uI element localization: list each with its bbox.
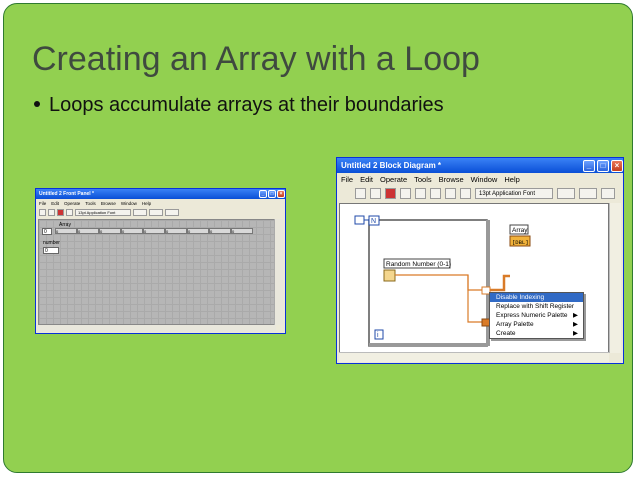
run-arrow-icon[interactable] (39, 208, 46, 216)
menu-edit[interactable]: Edit (360, 175, 373, 184)
step-over-icon[interactable] (445, 187, 456, 199)
submenu-arrow-icon: ▶ (573, 312, 578, 319)
close-button[interactable]: × (611, 159, 623, 172)
slide-bullet: Loops accumulate arrays at their boundar… (34, 94, 444, 117)
random-number-icon[interactable] (383, 269, 396, 282)
menu-window[interactable]: Window (471, 175, 498, 184)
front-panel-window: Untitled 2 Front Panel * _ □ × File Edit… (35, 188, 286, 334)
menu-item-label: Create (496, 330, 516, 337)
close-button[interactable]: × (277, 190, 285, 198)
bullet-dot-icon (34, 100, 40, 107)
menu-operate[interactable]: Operate (64, 201, 80, 206)
front-panel-toolbar: 13pt Application Font (36, 207, 285, 217)
font-select[interactable]: 13pt Application Font (75, 208, 131, 216)
block-diagram-canvas[interactable]: N i Random Number (0-1) Array [DBL] numb… (339, 203, 609, 353)
menu-edit[interactable]: Edit (51, 201, 59, 206)
array-cell[interactable]: 0 (165, 228, 187, 234)
menu-item-label: Express Numeric Palette (496, 312, 568, 319)
loop-count-label: N (371, 218, 376, 225)
block-diagram-title: Untitled 2 Block Diagram * (341, 161, 442, 170)
array-wire (490, 274, 510, 292)
menu-browse[interactable]: Browse (439, 175, 464, 184)
front-panel-canvas[interactable]: Array 0 0 0 0 0 0 0 0 0 0 number 0 (38, 219, 276, 325)
data-wire (467, 275, 482, 323)
bullet-text: Loops accumulate arrays at their boundar… (49, 94, 444, 116)
reorder-icon[interactable] (601, 187, 615, 199)
run-continuous-icon[interactable] (370, 187, 381, 199)
submenu-arrow-icon: ▶ (573, 330, 578, 337)
slide-title: Creating an Array with a Loop (32, 40, 480, 78)
menu-browse[interactable]: Browse (101, 201, 116, 206)
abort-icon[interactable] (385, 187, 396, 199)
array-cell[interactable]: 0 (121, 228, 143, 234)
font-select[interactable]: 13pt Application Font (475, 187, 553, 199)
array-cell[interactable]: 0 (187, 228, 209, 234)
menu-window[interactable]: Window (121, 201, 137, 206)
abort-icon[interactable] (57, 208, 64, 216)
for-loop-border[interactable] (368, 219, 488, 347)
horizontal-scrollbar[interactable] (339, 352, 609, 362)
highlight-execution-icon[interactable] (415, 187, 426, 199)
menu-help[interactable]: Help (142, 201, 151, 206)
array-index[interactable]: 0 (42, 228, 52, 235)
step-into-icon[interactable] (430, 187, 441, 199)
distribute-icon[interactable] (579, 187, 597, 199)
menu-item-label: Array Palette (496, 321, 534, 328)
run-arrow-icon[interactable] (355, 187, 366, 199)
submenu-arrow-icon: ▶ (573, 321, 578, 328)
menu-tools[interactable]: Tools (85, 201, 96, 206)
align-icon[interactable] (133, 208, 147, 216)
front-panel-titlebar[interactable]: Untitled 2 Front Panel * _ □ × (36, 189, 285, 199)
menu-item-express-numeric-palette[interactable]: Express Numeric Palette ▶ (490, 311, 583, 320)
for-loop-bottom-edge (369, 343, 487, 347)
vertical-scrollbar[interactable] (274, 219, 283, 325)
block-diagram-toolbar: 13pt Application Font (337, 185, 623, 201)
pause-icon[interactable] (400, 187, 411, 199)
pause-icon[interactable] (66, 208, 73, 216)
number-indicator[interactable]: 0 (43, 247, 59, 254)
vertical-scrollbar[interactable] (609, 203, 621, 353)
menu-item-disable-indexing[interactable]: Disable Indexing (490, 293, 583, 302)
maximize-button[interactable]: □ (268, 190, 276, 198)
array-cell[interactable]: 0 (55, 228, 77, 234)
distribute-icon[interactable] (149, 208, 163, 216)
step-out-icon[interactable] (460, 187, 471, 199)
run-continuous-icon[interactable] (48, 208, 55, 216)
front-panel-title: Untitled 2 Front Panel * (39, 191, 95, 197)
block-diagram-menubar: File Edit Operate Tools Browse Window He… (337, 173, 623, 185)
array-indicator-type: [DBL] (512, 239, 529, 246)
reorder-icon[interactable] (165, 208, 179, 216)
menu-file[interactable]: File (39, 201, 46, 206)
maximize-button[interactable]: □ (597, 159, 609, 172)
block-diagram-window: Untitled 2 Block Diagram * _ □ × File Ed… (336, 157, 624, 364)
array-cell[interactable]: 0 (99, 228, 121, 234)
minimize-button[interactable]: _ (583, 159, 595, 172)
data-wire (395, 274, 482, 291)
menu-help[interactable]: Help (504, 175, 519, 184)
horizontal-scrollbar[interactable] (38, 325, 276, 332)
block-diagram-titlebar[interactable]: Untitled 2 Block Diagram * _ □ × (337, 158, 623, 173)
array-cell[interactable]: 0 (209, 228, 231, 234)
menu-file[interactable]: File (341, 175, 353, 184)
align-icon[interactable] (557, 187, 575, 199)
array-indicator-label: Array (512, 227, 528, 234)
array-cell[interactable]: 0 (231, 228, 253, 234)
menu-item-create[interactable]: Create ▶ (490, 329, 583, 338)
array-control[interactable]: 0 0 0 0 0 0 0 0 0 (55, 228, 253, 234)
menu-tools[interactable]: Tools (414, 175, 432, 184)
front-panel-menubar: File Edit Operate Tools Browse Window He… (36, 199, 285, 207)
tunnel-context-menu: Disable Indexing Replace with Shift Regi… (489, 292, 584, 339)
count-constant[interactable] (354, 215, 365, 225)
menu-operate[interactable]: Operate (380, 175, 407, 184)
array-cell[interactable]: 0 (143, 228, 165, 234)
menu-item-replace-with-shift-register[interactable]: Replace with Shift Register (490, 302, 583, 311)
number-label: number (43, 240, 60, 246)
minimize-button[interactable]: _ (259, 190, 267, 198)
menu-item-array-palette[interactable]: Array Palette ▶ (490, 320, 583, 329)
array-cell[interactable]: 0 (77, 228, 99, 234)
random-number-label: Random Number (0-1) (386, 261, 451, 268)
